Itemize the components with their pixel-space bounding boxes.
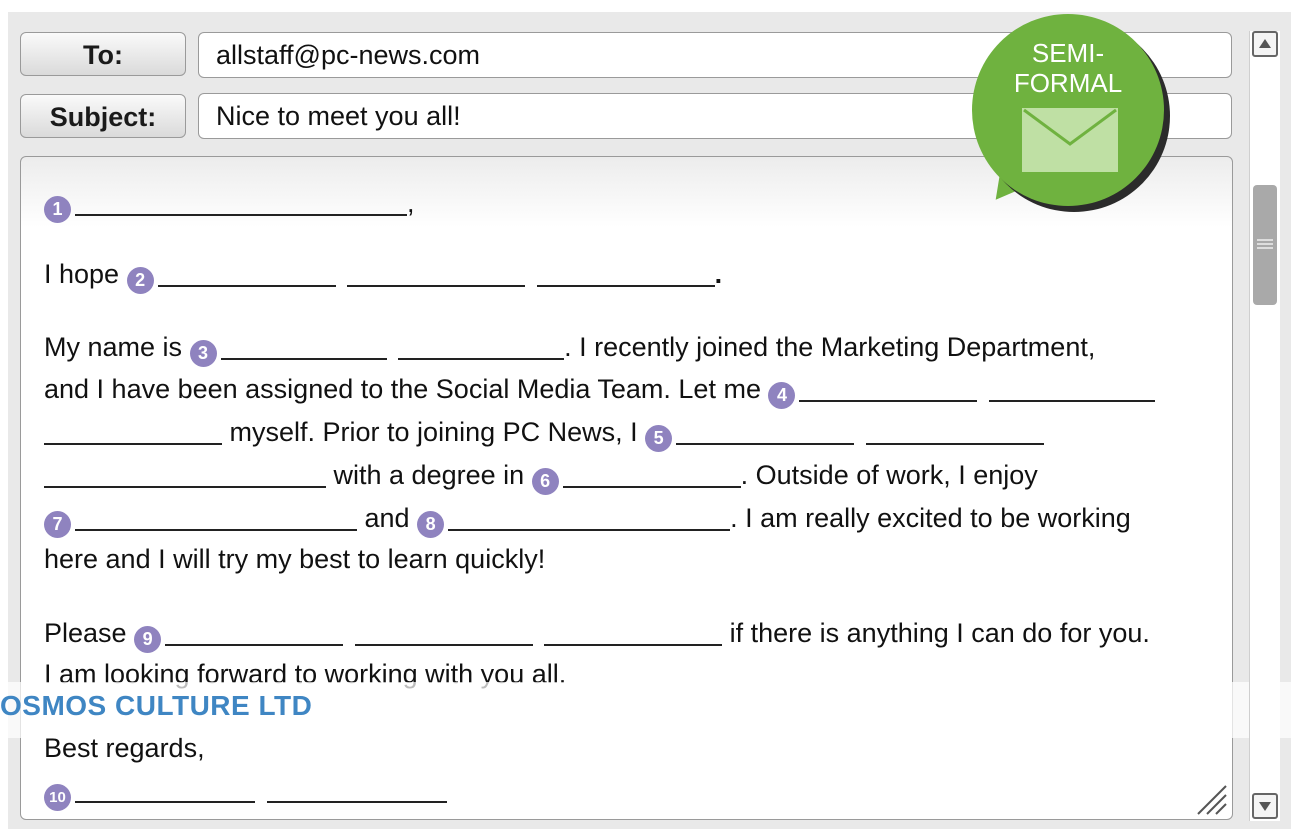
to-button[interactable]: To: [20, 32, 186, 76]
body-line-8: here and I will try my best to learn qui… [44, 544, 546, 574]
body-line-12: 10 [44, 774, 447, 811]
watermark-band: OSMOS CULTURE LTD [0, 682, 1291, 738]
blank-4b[interactable] [989, 373, 1155, 402]
body-line-4: and I have been assigned to the Social M… [44, 373, 1155, 409]
body-line-6: with a degree in 6. Outside of work, I e… [44, 459, 1038, 495]
blank-2c[interactable] [536, 258, 715, 287]
blank-8[interactable] [448, 502, 731, 531]
blank-2a[interactable] [157, 258, 336, 287]
blank-4c[interactable] [44, 416, 222, 445]
subject-button[interactable]: Subject: [20, 94, 186, 138]
body-line-3: My name is 3 . I recently joined the Mar… [44, 331, 1095, 367]
blank-10a[interactable] [75, 774, 255, 803]
number-badge-8: 8 [417, 511, 445, 538]
blank-3a[interactable] [220, 331, 387, 360]
blank-5b[interactable] [865, 416, 1044, 445]
body-line-9: Please 9 if there is anything I can do f… [44, 617, 1150, 653]
number-badge-5: 5 [645, 425, 673, 452]
watermark-text: OSMOS CULTURE LTD [0, 690, 313, 721]
blank-7[interactable] [75, 502, 357, 531]
blank-3b[interactable] [398, 331, 565, 360]
number-badge-7: 7 [44, 511, 71, 538]
blank-9a[interactable] [165, 617, 344, 646]
grip-lines-icon [1257, 239, 1273, 249]
number-badge-4: 4 [768, 382, 796, 409]
number-badge-10: 10 [44, 784, 71, 811]
body-line-7: 7 and 8. I am really excited to be worki… [44, 502, 1131, 538]
triangle-up-icon [1259, 39, 1271, 48]
semi-formal-badge: SEMI- FORMAL [972, 14, 1172, 214]
blank-4a[interactable] [799, 373, 978, 402]
blank-9b[interactable] [354, 617, 533, 646]
scroll-thumb[interactable] [1253, 185, 1277, 305]
body-line-5: myself. Prior to joining PC News, I 5 [44, 416, 1044, 452]
number-badge-6: 6 [531, 468, 559, 495]
badge-label: SEMI- FORMAL [1013, 38, 1123, 98]
envelope-icon [1022, 108, 1118, 172]
body-line-1: 1, [44, 187, 415, 223]
number-badge-1: 1 [44, 196, 71, 223]
number-badge-3: 3 [189, 340, 217, 367]
resize-grip-icon[interactable] [1194, 782, 1228, 816]
blank-1[interactable] [75, 187, 407, 216]
scroll-up-button[interactable] [1252, 31, 1278, 57]
blank-9c[interactable] [544, 617, 723, 646]
number-badge-2: 2 [126, 267, 154, 294]
triangle-down-icon [1259, 802, 1271, 811]
blank-6[interactable] [562, 459, 741, 488]
blank-5c[interactable] [44, 459, 326, 488]
blank-2b[interactable] [347, 258, 526, 287]
blank-10b[interactable] [266, 774, 447, 803]
scrollbar[interactable] [1249, 31, 1280, 821]
scroll-down-button[interactable] [1252, 793, 1278, 819]
body-line-2: I hope 2 . [44, 258, 722, 294]
blank-5a[interactable] [676, 416, 855, 445]
number-badge-9: 9 [134, 626, 162, 653]
